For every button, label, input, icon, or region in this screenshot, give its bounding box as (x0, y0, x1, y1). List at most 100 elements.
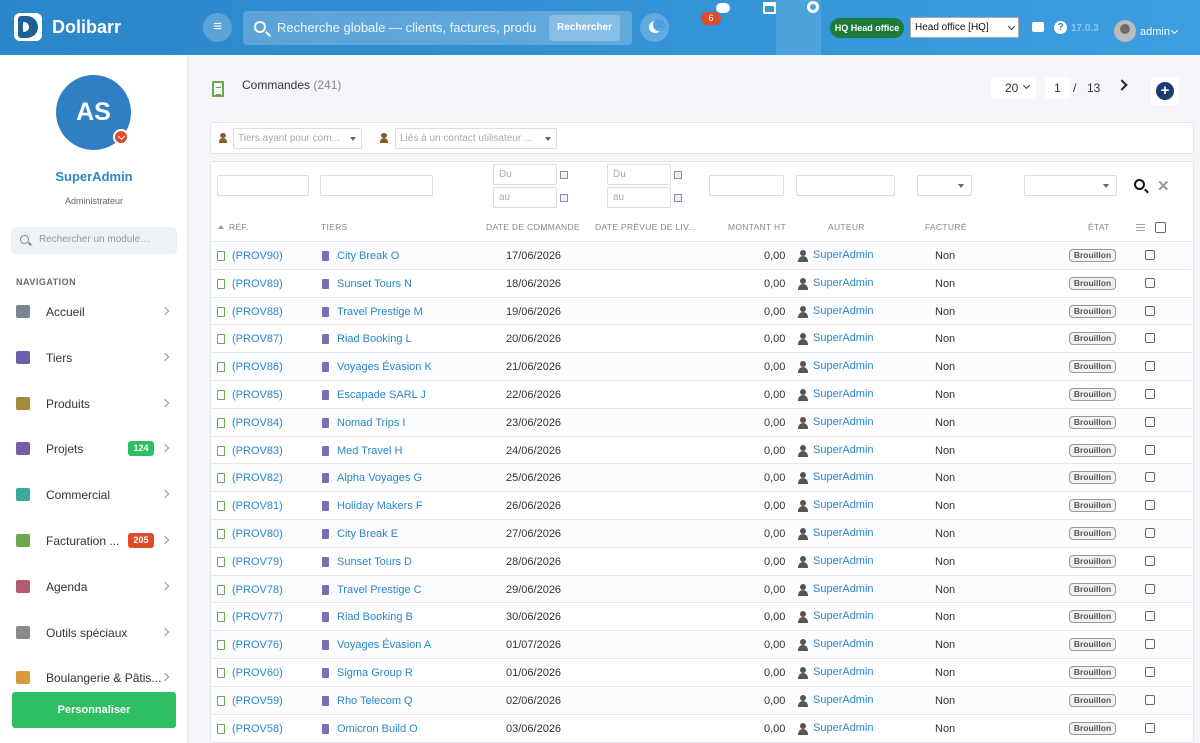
chevron-down-icon[interactable] (1170, 26, 1179, 35)
row-checkbox[interactable] (1145, 277, 1155, 288)
author-link[interactable]: SuperAdmin (813, 666, 874, 678)
thirdparty-link[interactable]: Rho Telecom Q (337, 695, 413, 707)
dolibarr-logo-icon[interactable] (14, 13, 42, 41)
thirdparty-link[interactable]: City Break O (337, 250, 399, 262)
author-link[interactable]: SuperAdmin (813, 360, 874, 372)
dark-mode-toggle-icon[interactable] (640, 13, 669, 42)
menu-toggle-button[interactable]: ≡ (203, 13, 232, 42)
author-link[interactable]: SuperAdmin (813, 471, 874, 483)
author-link[interactable]: SuperAdmin (813, 610, 874, 622)
thirdparty-link[interactable]: Nomad Trips I (337, 417, 405, 429)
thirdparty-link[interactable]: Travel Prestige M (337, 306, 423, 318)
author-link[interactable]: SuperAdmin (813, 722, 874, 734)
row-checkbox[interactable] (1145, 583, 1155, 594)
row-checkbox[interactable] (1145, 722, 1155, 733)
column-header-delivery-date[interactable]: DATE PRÉVUE DE LIV... (595, 222, 696, 232)
order-ref-link[interactable]: (PROV85) (232, 389, 283, 401)
author-link[interactable]: SuperAdmin (813, 249, 874, 261)
column-header-tiers[interactable]: TIERS (321, 222, 348, 232)
thirdparty-link[interactable]: Med Travel H (337, 445, 402, 457)
row-checkbox[interactable] (1145, 611, 1155, 622)
order-ref-link[interactable]: (PROV90) (232, 250, 283, 262)
row-checkbox[interactable] (1145, 666, 1155, 677)
tiers-filter-input[interactable] (320, 175, 433, 196)
row-checkbox[interactable] (1145, 305, 1155, 316)
order-ref-link[interactable]: (PROV59) (232, 695, 283, 707)
row-checkbox[interactable] (1145, 639, 1155, 650)
column-header-billed[interactable]: FACTURÉ (925, 222, 967, 232)
order-ref-link[interactable]: (PROV89) (232, 278, 283, 290)
author-link[interactable]: SuperAdmin (813, 638, 874, 650)
thirdparty-link[interactable]: Alpha Voyages G (337, 472, 422, 484)
order-ref-link[interactable]: (PROV86) (232, 361, 283, 373)
sidebar-item-outils-sp-ciaux[interactable]: Outils spéciaux (0, 618, 188, 648)
customize-button[interactable]: Personnaliser (12, 692, 176, 728)
global-search-input[interactable] (277, 20, 537, 35)
select-all-checkbox[interactable] (1155, 222, 1166, 233)
order-ref-link[interactable]: (PROV84) (232, 417, 283, 429)
sidebar-item-produits[interactable]: Produits (0, 389, 188, 419)
sidebar-item-projets[interactable]: Projets 124 (0, 434, 188, 464)
app-name[interactable]: Dolibarr (52, 17, 121, 38)
entity-select[interactable]: Head office [HQ] (910, 17, 1019, 38)
order-ref-link[interactable]: (PROV80) (232, 528, 283, 540)
status-filter-select[interactable] (1024, 175, 1117, 196)
author-link[interactable]: SuperAdmin (813, 555, 874, 567)
author-link[interactable]: SuperAdmin (813, 388, 874, 400)
row-checkbox[interactable] (1145, 416, 1155, 427)
row-checkbox[interactable] (1145, 361, 1155, 372)
author-link[interactable]: SuperAdmin (813, 305, 874, 317)
thirdparty-link[interactable]: Sigma Group R (337, 667, 413, 679)
help-icon[interactable]: ? (1054, 21, 1067, 34)
calendar-icon[interactable] (560, 194, 568, 202)
order-ref-link[interactable]: (PROV78) (232, 584, 283, 596)
column-header-status[interactable]: ÉTAT (1088, 222, 1110, 232)
calendar-icon[interactable] (763, 2, 776, 14)
contact-filter-select[interactable]: Liés à un contact utilisateur ... (395, 128, 557, 149)
thirdparty-link[interactable]: Voyages Évasion K (337, 361, 432, 373)
delivery-date-from-input[interactable]: Du (607, 164, 671, 185)
user-menu-name[interactable]: admin (1140, 26, 1170, 38)
row-checkbox[interactable] (1145, 500, 1155, 511)
module-search-input[interactable] (39, 234, 169, 245)
row-checkbox[interactable] (1145, 472, 1155, 483)
thirdparty-link[interactable]: Travel Prestige C (337, 584, 422, 596)
sidebar-item-boulangerie-p-tis[interactable]: Boulangerie & Pâtis... (0, 663, 188, 693)
amount-filter-input[interactable] (709, 175, 784, 196)
column-header-author[interactable]: AUTEUR (828, 222, 865, 232)
clear-filter-close-icon[interactable]: ✕ (1157, 177, 1170, 195)
row-checkbox[interactable] (1145, 444, 1155, 455)
row-checkbox[interactable] (1145, 388, 1155, 399)
order-ref-link[interactable]: (PROV81) (232, 500, 283, 512)
column-header-amount[interactable]: MONTANT HT (728, 222, 786, 232)
order-ref-link[interactable]: (PROV79) (232, 556, 283, 568)
gear-icon[interactable] (807, 1, 819, 13)
column-header-ref[interactable]: RÉF. (229, 222, 249, 232)
user-avatar[interactable] (1114, 20, 1136, 42)
thirdparty-link[interactable]: Riad Booking B (337, 611, 413, 623)
order-ref-link[interactable]: (PROV58) (232, 723, 283, 735)
row-checkbox[interactable] (1145, 555, 1155, 566)
chat-icon[interactable] (716, 3, 730, 13)
sort-arrow-icon[interactable] (218, 225, 224, 229)
thirdparty-filter-select[interactable]: Tiers ayant pour com... (233, 128, 362, 149)
sidebar-item-commercial[interactable]: Commercial (0, 480, 188, 510)
row-checkbox[interactable] (1145, 694, 1155, 705)
print-icon[interactable] (1032, 22, 1044, 32)
thirdparty-link[interactable]: Omicron Build O (337, 723, 418, 735)
author-link[interactable]: SuperAdmin (813, 527, 874, 539)
order-ref-link[interactable]: (PROV76) (232, 639, 283, 651)
author-link[interactable]: SuperAdmin (813, 332, 874, 344)
thirdparty-link[interactable]: Voyages Évasion A (337, 639, 431, 651)
order-ref-link[interactable]: (PROV82) (232, 472, 283, 484)
thirdparty-link[interactable]: Sunset Tours D (337, 556, 412, 568)
row-checkbox[interactable] (1145, 250, 1155, 260)
author-link[interactable]: SuperAdmin (813, 416, 874, 428)
next-page-icon[interactable] (1116, 79, 1128, 91)
ref-filter-input[interactable] (217, 175, 309, 196)
sidebar-item-tiers[interactable]: Tiers (0, 343, 188, 373)
order-date-from-input[interactable]: Du (493, 164, 557, 185)
thirdparty-link[interactable]: Escapade SARL J (337, 389, 426, 401)
thirdparty-link[interactable]: Holiday Makers F (337, 500, 423, 512)
page-total[interactable]: 13 (1087, 81, 1100, 95)
